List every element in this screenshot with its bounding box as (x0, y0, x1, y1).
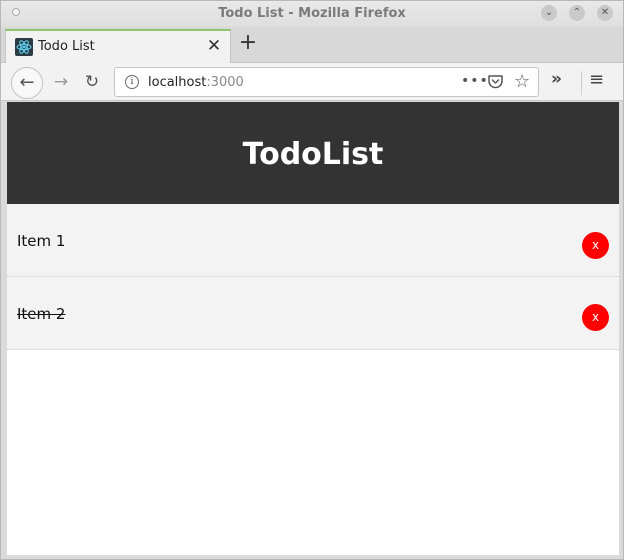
todo-item-text[interactable]: Item 2 (17, 305, 65, 323)
navigation-bar: ← → ↻ i localhost:3000 ••• ☆ » ≡ (1, 63, 623, 101)
reload-button[interactable]: ↻ (79, 69, 105, 95)
browser-window: Todo List - Mozilla Firefox ⌄ ⌃ ✕ Todo L… (0, 0, 624, 560)
site-info-icon[interactable]: i (125, 75, 139, 89)
todo-item[interactable]: Item 1 x (7, 204, 619, 277)
url-host: localhost (148, 75, 207, 90)
url-port: :3000 (206, 75, 244, 90)
todo-list: Item 1 x Item 2 x (7, 204, 619, 350)
react-icon (15, 38, 33, 56)
url-text[interactable]: localhost:3000 (148, 75, 244, 90)
toolbar-separator (581, 71, 582, 95)
title-bar: Todo List - Mozilla Firefox ⌄ ⌃ ✕ (1, 1, 623, 27)
maximize-button[interactable]: ⌃ (569, 5, 585, 21)
new-tab-button[interactable]: + (237, 32, 259, 55)
tab-strip: Todo List ✕ + (1, 27, 623, 63)
minimize-button[interactable]: ⌄ (541, 5, 557, 21)
delete-todo-button[interactable]: x (582, 232, 609, 259)
url-bar[interactable]: i localhost:3000 ••• ☆ (114, 67, 539, 97)
bookmark-star-icon[interactable]: ☆ (514, 71, 530, 92)
pocket-icon[interactable] (487, 74, 504, 90)
forward-button[interactable]: → (48, 69, 74, 95)
delete-todo-button[interactable]: x (582, 304, 609, 331)
todo-item-text[interactable]: Item 1 (17, 232, 65, 250)
tab-todo-list[interactable]: Todo List ✕ (5, 29, 231, 63)
tab-title: Todo List (38, 39, 95, 54)
back-button[interactable]: ← (11, 67, 43, 99)
todo-item-completed[interactable]: Item 2 x (7, 277, 619, 350)
overflow-menu-icon[interactable]: » (551, 69, 562, 89)
page-content: TodoList Item 1 x Item 2 x (7, 102, 619, 555)
page-actions-icon[interactable]: ••• (461, 73, 489, 89)
app-header: TodoList (7, 102, 619, 204)
close-window-button[interactable]: ✕ (597, 5, 613, 21)
close-tab-icon[interactable]: ✕ (204, 36, 224, 56)
hamburger-menu-icon[interactable]: ≡ (589, 69, 604, 90)
page-title: TodoList (242, 137, 384, 172)
window-title: Todo List - Mozilla Firefox (218, 6, 406, 21)
